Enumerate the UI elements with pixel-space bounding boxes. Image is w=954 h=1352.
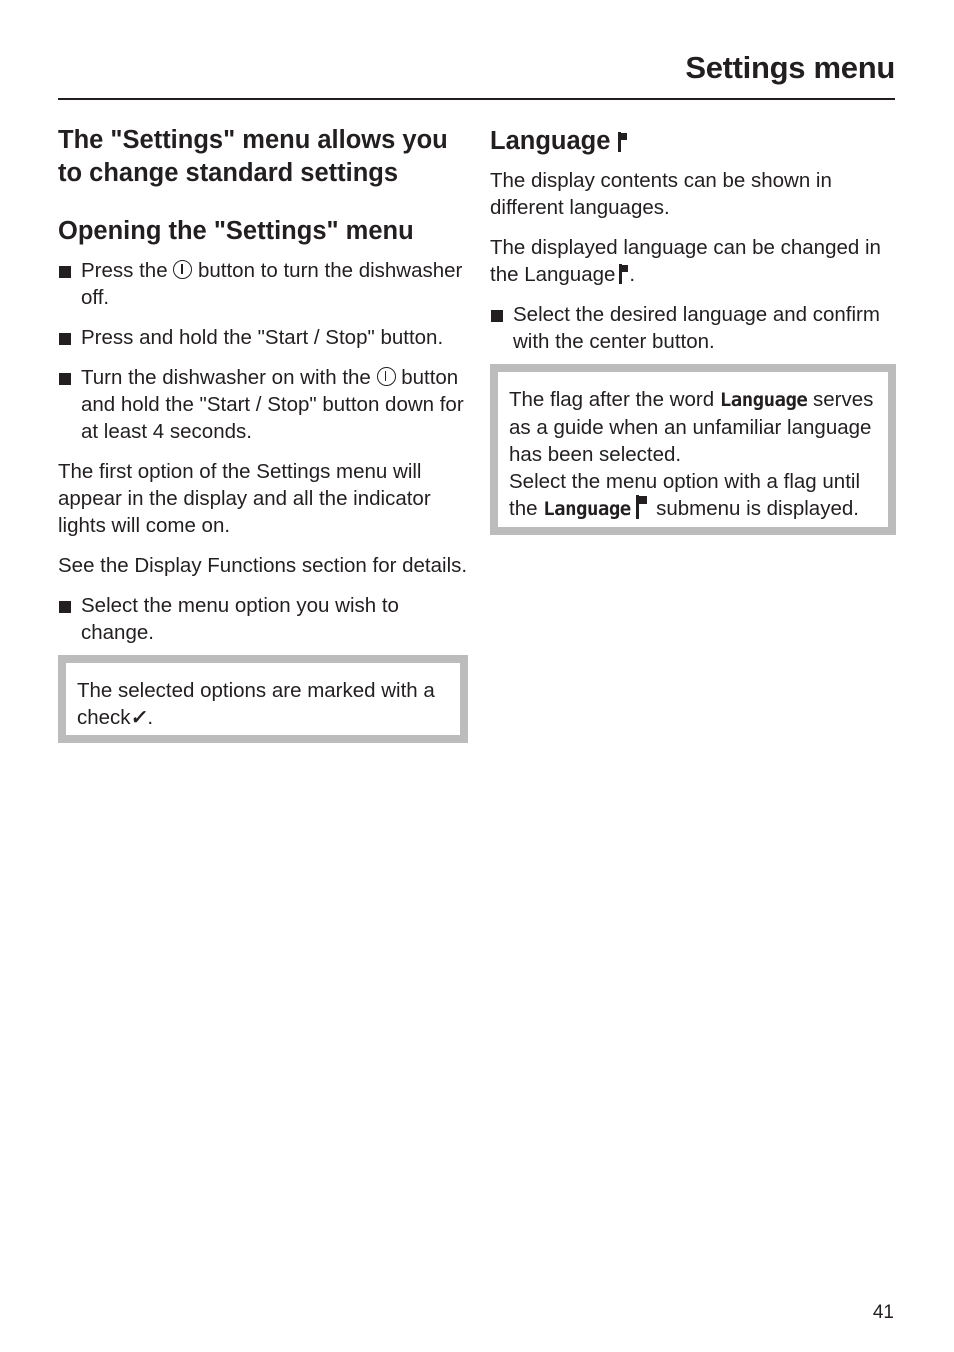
flag-icon bbox=[636, 495, 650, 519]
bullet-square-icon bbox=[59, 333, 71, 345]
bullet-item: Press and hold the "Start / Stop" button… bbox=[58, 324, 468, 351]
bullet-square-icon bbox=[59, 266, 71, 278]
flag-icon bbox=[619, 264, 629, 284]
bullet-item: Select the desired language and confirm … bbox=[490, 301, 896, 355]
lcd-language-label: Language bbox=[543, 498, 631, 520]
bullet-square-icon bbox=[59, 601, 71, 613]
right-column: Language The display contents can be sho… bbox=[490, 124, 896, 535]
power-icon bbox=[173, 260, 193, 279]
check-icon: ✓ bbox=[129, 707, 149, 729]
header-divider bbox=[58, 98, 895, 100]
power-icon bbox=[376, 367, 396, 386]
left-column: The "Settings" menu allows you to change… bbox=[58, 124, 468, 743]
note-box: The selected options are marked with a c… bbox=[58, 655, 468, 743]
language-heading: Language bbox=[490, 124, 896, 159]
flag-icon bbox=[617, 132, 628, 152]
bullet-square-icon bbox=[491, 310, 503, 322]
note-box: The flag after the word Language serves … bbox=[490, 364, 896, 535]
paragraph: The display contents can be shown in dif… bbox=[490, 169, 832, 219]
bullet-square-icon bbox=[59, 373, 71, 385]
page-number: 41 bbox=[872, 1302, 894, 1323]
paragraph: The first option of the Settings menu wi… bbox=[58, 460, 431, 537]
subsection-heading: Opening the "Settings" menu bbox=[58, 217, 414, 245]
bullet-item: Press the button to turn the dishwasher … bbox=[58, 257, 468, 311]
bullet-item: Turn the dishwasher on with the button a… bbox=[58, 364, 468, 445]
lcd-language-label: Language bbox=[719, 389, 808, 411]
paragraph: The displayed language can be changed in… bbox=[490, 236, 881, 286]
paragraph: See the Display Functions section for de… bbox=[58, 554, 468, 577]
section-heading: The "Settings" menu allows you to change… bbox=[58, 126, 448, 187]
bullet-item: Select the menu option you wish to chang… bbox=[58, 592, 468, 646]
page-title: Settings menu bbox=[685, 50, 895, 85]
